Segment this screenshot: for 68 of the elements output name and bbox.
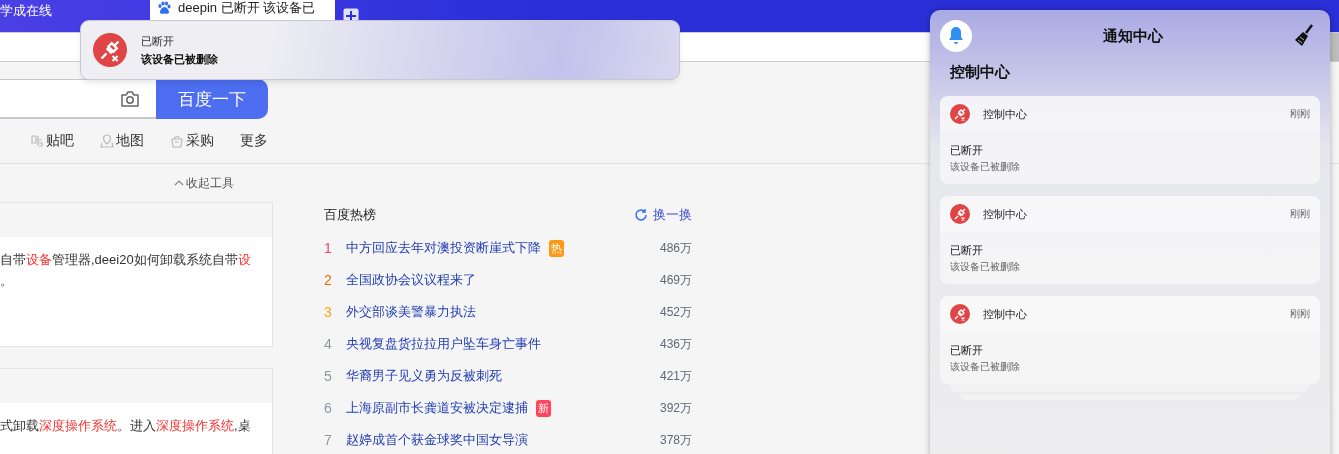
notification-message: 该设备已被删除 [950, 360, 1020, 374]
refresh-icon [634, 208, 648, 222]
hot-list-title: 百度热榜 [324, 206, 376, 224]
refresh-link[interactable]: 换一换 [634, 206, 692, 224]
topic-badge: 新 [536, 399, 551, 417]
toast-title: 已断开 [141, 33, 175, 49]
nav-link[interactable]: 更多 [240, 132, 268, 150]
heat-count: 452万 [659, 303, 692, 321]
rank-number: 7 [324, 432, 333, 448]
notification-title: 已断开 [950, 243, 983, 258]
app-name: 控制中心 [983, 106, 1027, 122]
heat-count: 392万 [659, 399, 692, 417]
notification-card[interactable]: 控制中心 刚刚 已断开 该设备已被删除 [940, 196, 1320, 284]
camera-icon[interactable] [120, 89, 140, 108]
heat-count: 436万 [659, 335, 692, 353]
group-heading: 控制中心 [949, 62, 1011, 82]
search-button[interactable]: 百度一下 [156, 79, 268, 119]
notification-card[interactable]: 控制中心 刚刚 已断开 该设备已被删除 [940, 96, 1320, 184]
toast-message: 该设备已被删除 [141, 51, 218, 67]
notification-message: 该设备已被删除 [950, 160, 1020, 174]
timestamp: 刚刚 [1290, 207, 1310, 221]
hot-topic-link[interactable]: 外交部谈美警暴力执法 [346, 303, 476, 321]
hot-topic-link[interactable]: 中方回应去年对澳投资断崖式下降 [346, 239, 541, 257]
app-name: 控制中心 [983, 206, 1027, 222]
result-snippet: 。 [0, 272, 14, 290]
timestamp: 刚刚 [1290, 107, 1310, 121]
timestamp: 刚刚 [1290, 307, 1310, 321]
nav-link[interactable]: 地图 [100, 132, 144, 150]
topic-badge: 热 [549, 239, 564, 257]
heat-count: 421万 [659, 367, 692, 385]
result-snippet: 式卸载深度操作系统。进入深度操作系统,桌 [0, 417, 252, 435]
bell-icon[interactable] [940, 20, 972, 52]
caret-icon [174, 180, 184, 186]
notification-title: 已断开 [950, 143, 983, 158]
hot-topic-link[interactable]: 全国政协会议议程来了 [346, 271, 476, 289]
panel-title: 通知中心 [1103, 26, 1163, 46]
rank-number: 5 [324, 368, 333, 384]
hot-topic-link[interactable]: 央视复盘货拉拉用户坠车身亡事件 [346, 335, 541, 353]
rank-number: 3 [324, 304, 333, 320]
heat-count: 378万 [659, 431, 692, 449]
disconnect-icon [950, 104, 970, 124]
notification-toast[interactable]: 已断开 该设备已被删除 [80, 20, 680, 80]
heat-count: 469万 [659, 271, 692, 289]
app-name: 控制中心 [983, 306, 1027, 322]
paw-icon [156, 0, 172, 16]
broom-icon[interactable] [1294, 24, 1314, 48]
disconnect-icon [93, 33, 127, 67]
tieba-icon [30, 134, 44, 148]
hot-topic-link[interactable]: 上海原副市长龚道安被决定逮捕 [346, 399, 528, 417]
rank-number: 4 [324, 336, 333, 352]
rank-number: 6 [324, 400, 333, 416]
collapse-tools-link[interactable]: 收起工具 [174, 174, 234, 192]
result-snippet: 自带设备管理器,deei20如何卸载系统自带设 [0, 251, 252, 269]
notification-title: 已断开 [950, 343, 983, 358]
disconnect-icon [950, 204, 970, 224]
rank-number: 1 [324, 240, 333, 256]
search-field[interactable] [0, 79, 156, 119]
map-pin-icon [100, 134, 114, 148]
hot-topic-link[interactable]: 赵婷成首个获金球奖中国女导演 [346, 431, 528, 449]
notification-message: 该设备已被删除 [950, 260, 1020, 274]
bag-icon [170, 134, 184, 148]
rank-number: 2 [324, 272, 333, 288]
hot-topic-link[interactable]: 华裔男子见义勇为反被刺死 [346, 367, 502, 385]
heat-count: 486万 [659, 239, 692, 257]
nav-link[interactable]: 贴吧 [30, 132, 74, 150]
notification-card[interactable]: 控制中心 刚刚 已断开 该设备已被删除 [940, 296, 1320, 384]
nav-link[interactable]: 采购 [170, 132, 214, 150]
disconnect-icon [950, 304, 970, 324]
